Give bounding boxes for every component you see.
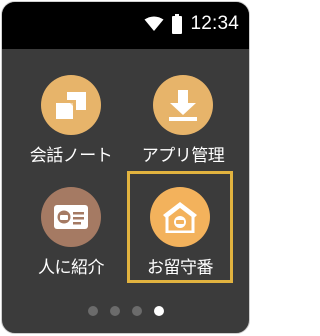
app-tile-house-sitting[interactable]: お留守番 bbox=[127, 171, 233, 283]
app-icon-circle bbox=[153, 75, 213, 135]
id-card-icon bbox=[54, 205, 88, 229]
app-tile-introduce[interactable]: 人に紹介 bbox=[18, 174, 124, 286]
app-label: 人に紹介 bbox=[38, 258, 105, 278]
app-icon-circle bbox=[150, 187, 210, 247]
device-screen: 12:34 会話ノート アプリ管理 人に紹介 お留守番 bbox=[1, 1, 250, 334]
wifi-icon bbox=[144, 16, 164, 31]
app-label: 会話ノート bbox=[29, 146, 113, 166]
app-label: アプリ管理 bbox=[141, 146, 225, 166]
status-time: 12:34 bbox=[190, 13, 239, 34]
app-label: お留守番 bbox=[147, 258, 214, 278]
app-icon-circle bbox=[41, 75, 101, 135]
app-tile-conversation-notes[interactable]: 会話ノート bbox=[18, 62, 124, 174]
house-robot-icon bbox=[163, 202, 197, 233]
page-dot-active[interactable] bbox=[153, 306, 164, 316]
app-icon-circle bbox=[41, 187, 101, 247]
status-icons: 12:34 bbox=[144, 13, 239, 35]
page-dot[interactable] bbox=[87, 306, 98, 316]
notes-icon bbox=[56, 92, 86, 119]
app-tile-app-management[interactable]: アプリ管理 bbox=[130, 62, 236, 174]
download-icon bbox=[169, 90, 197, 121]
battery-icon bbox=[172, 14, 183, 34]
page-indicator bbox=[2, 306, 249, 318]
page-dot[interactable] bbox=[109, 306, 120, 316]
page-dot[interactable] bbox=[131, 306, 142, 316]
status-bar: 12:34 bbox=[2, 2, 249, 49]
